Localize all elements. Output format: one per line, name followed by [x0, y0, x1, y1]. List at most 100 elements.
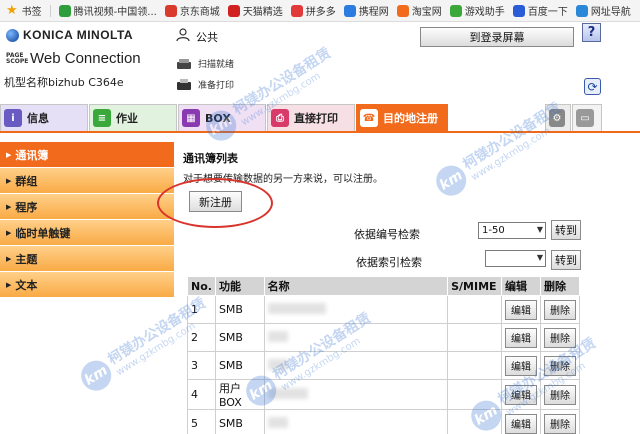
sidebar-item-program[interactable]: ▶ 程序	[0, 194, 174, 220]
bookmark-item[interactable]: 书签	[22, 3, 42, 18]
km-logo-icon: km	[75, 354, 117, 396]
jd-icon	[164, 4, 177, 17]
arrow-right-icon: ▶	[6, 228, 12, 237]
cell-no: 3	[187, 351, 216, 380]
bookmark-item[interactable]: 腾讯视频-中国领...	[58, 3, 157, 18]
bookmark-item[interactable]: 拼多多	[290, 3, 336, 18]
sidebar: ▶ 通讯簿 ▶ 群组 ▶ 程序 ▶ 临时单触键 ▶ 主题 ▶ 文本	[0, 142, 174, 298]
delete-button[interactable]: 删除	[543, 413, 576, 434]
to-login-button[interactable]: 到登录屏幕	[420, 27, 574, 47]
sidebar-item-address-book[interactable]: ▶ 通讯簿	[0, 142, 174, 168]
page-title: 通讯簿列表	[183, 152, 238, 165]
highlight-circle	[157, 178, 273, 228]
arrow-right-icon: ▶	[6, 280, 12, 289]
bookmark-item[interactable]: 百度一下	[512, 3, 568, 18]
table-row: 5 SMB 编辑 删除	[187, 409, 581, 434]
km-logo-icon: km	[430, 159, 472, 201]
tab-box[interactable]: ▦ BOX	[178, 104, 266, 131]
delete-button[interactable]: 删除	[543, 384, 576, 405]
sidebar-item-group[interactable]: ▶ 群组	[0, 168, 174, 194]
cell-name-redacted	[263, 379, 449, 410]
bookmark-item[interactable]: 携程网	[343, 3, 389, 18]
bookmark-item[interactable]: 淘宝网	[396, 3, 442, 18]
bookmark-item[interactable]: 游戏助手	[449, 3, 505, 18]
tab-settings[interactable]: ⚙	[545, 104, 571, 131]
web-connection-logo: PAGE SCOPE Web Connection	[6, 50, 141, 67]
bookmarks-bar: ★ 书签 腾讯视频-中国领... 京东商城 天猫精选 拼多多 携程网 淘宝网 游…	[0, 0, 640, 22]
bookmark-separator	[49, 4, 51, 17]
bookmark-item[interactable]: 天猫精选	[227, 3, 283, 18]
tmall-icon	[227, 4, 240, 17]
refresh-button[interactable]: ⟳	[584, 78, 601, 95]
cell-function: 用户BOX	[214, 379, 265, 410]
cell-no: 1	[187, 295, 216, 324]
tab-info[interactable]: i 信息	[0, 104, 88, 131]
user-icon	[176, 28, 190, 42]
sidebar-item-text[interactable]: ▶ 文本	[0, 272, 174, 298]
cell-function: SMB	[214, 351, 265, 380]
col-no: No.	[187, 276, 216, 296]
edit-button[interactable]: 编辑	[504, 327, 537, 348]
cell-smime	[447, 295, 502, 324]
printer-status: 准备打印	[176, 78, 234, 91]
globe-icon	[6, 28, 19, 42]
delete-button[interactable]: 删除	[543, 355, 576, 376]
printer-icon	[177, 78, 191, 90]
screen-icon: ▭	[576, 109, 594, 127]
go-index-button[interactable]: 转到	[551, 250, 581, 270]
cell-function: SMB	[214, 409, 265, 434]
chevron-down-icon: ▼	[536, 225, 543, 234]
edit-button[interactable]: 编辑	[504, 413, 537, 434]
index-select[interactable]: ▼	[485, 250, 546, 267]
number-range-select[interactable]: 1-50 ▼	[478, 222, 546, 239]
cell-smime	[447, 351, 502, 380]
search-by-number-label: 依据编号检索	[354, 228, 420, 241]
col-smime: S/MIME	[447, 276, 502, 296]
edit-button[interactable]: 编辑	[504, 299, 537, 320]
tab-screen[interactable]: ▭	[572, 104, 602, 131]
print-icon: ⎙	[271, 109, 289, 127]
cell-name-redacted	[263, 295, 449, 324]
table-header-row: No. 功能 名称 S/MIME 编辑 删除	[187, 276, 581, 296]
cell-no: 4	[187, 379, 216, 410]
go-number-button[interactable]: 转到	[551, 220, 581, 240]
search-by-index-label: 依据索引检索	[356, 256, 422, 269]
sidebar-item-temp-one-touch[interactable]: ▶ 临时单触键	[0, 220, 174, 246]
bookmark-item[interactable]: 京东商城	[164, 3, 220, 18]
edit-button[interactable]: 编辑	[504, 384, 537, 405]
game-icon	[449, 4, 462, 17]
taobao-icon	[396, 4, 409, 17]
scanner-icon	[177, 58, 191, 69]
address-table: No. 功能 名称 S/MIME 编辑 删除 1 SMB 编辑 删除 2 SMB…	[187, 276, 581, 434]
edit-button[interactable]: 编辑	[504, 355, 537, 376]
cell-no: 2	[187, 323, 216, 352]
table-row: 3 SMB 编辑 删除	[187, 351, 581, 380]
star-icon: ★	[6, 3, 18, 18]
tab-job[interactable]: ≡ 作业	[89, 104, 177, 131]
sidebar-item-subject[interactable]: ▶ 主题	[0, 246, 174, 272]
nav-icon	[575, 4, 588, 17]
table-row: 4 用户BOX 编辑 删除	[187, 379, 581, 410]
pagescope-label: PAGE SCOPE	[6, 51, 29, 65]
baidu-icon	[512, 4, 525, 17]
bookmark-item[interactable]: 网址导航	[575, 3, 631, 18]
cell-name-redacted	[263, 409, 449, 434]
job-icon: ≡	[93, 109, 111, 127]
cell-name-redacted	[263, 323, 449, 352]
arrow-right-icon: ▶	[6, 254, 12, 263]
cell-no: 5	[187, 409, 216, 434]
cell-smime	[447, 409, 502, 434]
arrow-right-icon: ▶	[6, 176, 12, 185]
tab-destination-register[interactable]: ☎ 目的地注册	[356, 104, 448, 131]
info-icon: i	[4, 109, 22, 127]
delete-button[interactable]: 删除	[543, 327, 576, 348]
arrow-right-icon: ▶	[6, 202, 12, 211]
konica-minolta-logo: KONICA MINOLTA	[6, 28, 133, 42]
col-delete: 删除	[539, 276, 581, 296]
help-button[interactable]: ?	[582, 23, 601, 42]
settings-icon: ⚙	[549, 109, 565, 127]
tab-direct-print[interactable]: ⎙ 直接打印	[267, 104, 355, 131]
col-name: 名称	[263, 276, 449, 296]
delete-button[interactable]: 删除	[543, 299, 576, 320]
product-name: Web Connection	[30, 50, 141, 67]
